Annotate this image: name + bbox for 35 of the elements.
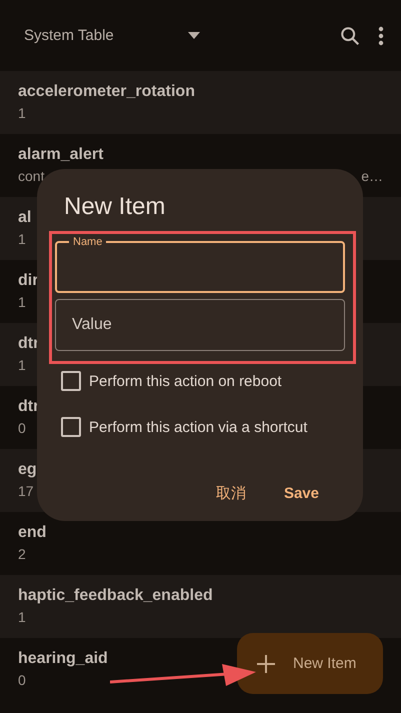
setting-name: alarm_alert — [18, 146, 104, 164]
setting-value: 1 — [18, 609, 26, 625]
setting-value: 2 — [18, 546, 26, 562]
setting-name: eg — [18, 461, 37, 479]
setting-value: e… — [361, 168, 383, 184]
field-placeholder: Value — [72, 316, 112, 334]
setting-value: 1 — [18, 105, 26, 121]
checkbox-label: Perform this action on reboot — [89, 372, 282, 390]
setting-name: dtr — [18, 398, 40, 416]
setting-value: 1 — [18, 231, 26, 247]
setting-value: 1 — [18, 357, 26, 373]
setting-value: 17 — [18, 483, 34, 499]
setting-value: 0 — [18, 672, 26, 688]
dialog-button[interactable]: 取消 — [204, 478, 258, 509]
checkbox[interactable] — [61, 417, 81, 437]
checkbox[interactable] — [61, 371, 81, 391]
setting-name: dtr — [18, 335, 40, 353]
setting-name: accelerometer_rotation — [18, 83, 195, 101]
dropdown-caret-icon[interactable] — [188, 32, 200, 39]
input-field[interactable]: Value — [55, 299, 345, 351]
setting-name: al — [18, 209, 32, 227]
dialog-title: New Item — [64, 193, 166, 221]
setting-name: hearing_aid — [18, 650, 108, 668]
setting-value: 1 — [18, 294, 26, 310]
checkbox-label: Perform this action via a shortcut — [89, 418, 308, 436]
setting-value: 0 — [18, 420, 26, 436]
setting-value: cont — [18, 168, 44, 184]
field-label: Name — [69, 236, 106, 248]
setting-name: haptic_feedback_enabled — [18, 587, 213, 605]
setting-name: end — [18, 524, 46, 542]
setting-name: dir — [18, 272, 38, 290]
dialog-button[interactable]: Save — [272, 478, 331, 509]
new-item-button[interactable]: New Item — [237, 633, 383, 694]
plus-icon — [257, 654, 275, 672]
table-selector[interactable]: System Table — [24, 27, 180, 44]
